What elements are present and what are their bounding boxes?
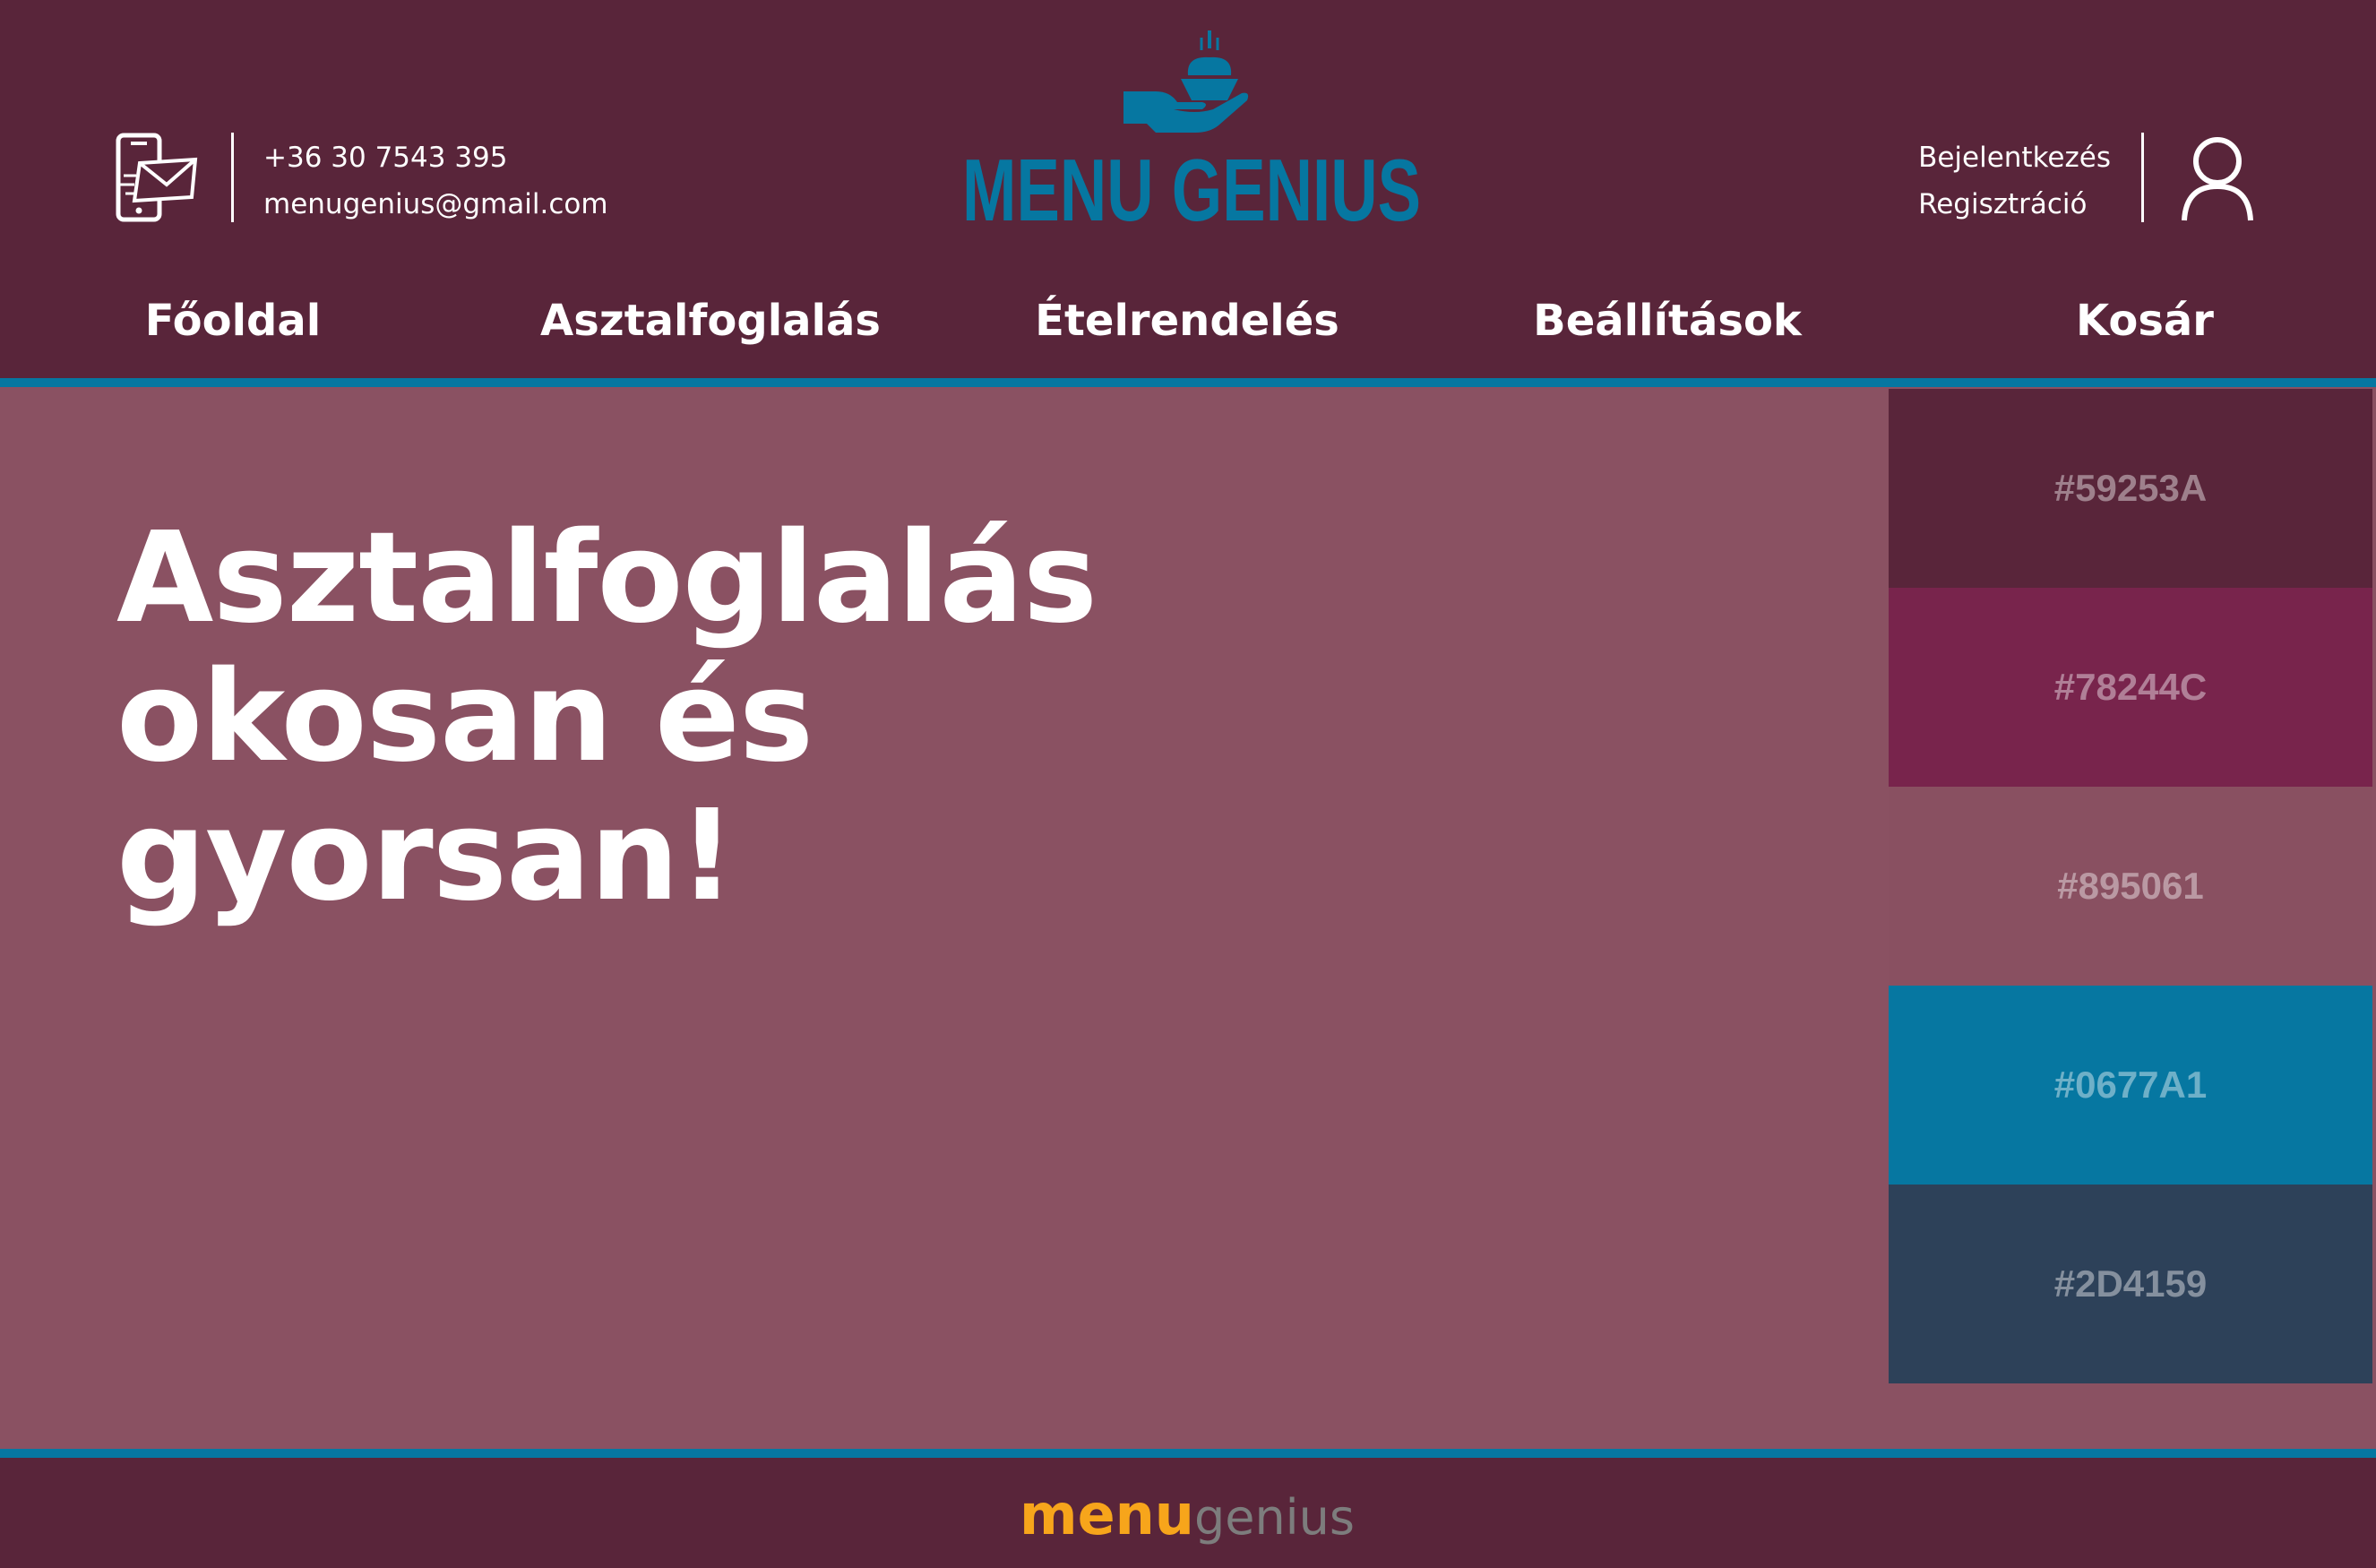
- nav-item-cart[interactable]: Kosár: [2076, 285, 2214, 357]
- swatch-label: #78244C: [2053, 666, 2208, 708]
- hero-line: okosan és: [116, 644, 814, 790]
- contact-info: +36 30 7543 395 menugenius@gmail.com: [263, 134, 608, 228]
- color-swatch: #2D4159: [1889, 1185, 2372, 1383]
- auth-links: Bejelentkezés Regisztráció: [1918, 134, 2111, 228]
- footer-accent-line: [0, 1449, 2376, 1458]
- footer-logo-genius: genius: [1193, 1489, 1356, 1546]
- menu-genius-logo[interactable]: MENU GENIUS: [959, 142, 1425, 231]
- hero-line: Asztalfoglalás: [116, 505, 1098, 651]
- register-link[interactable]: Regisztráció: [1918, 181, 2111, 228]
- swatch-label: #0677A1: [2053, 1064, 2208, 1106]
- nav-item-table-booking[interactable]: Asztalfoglalás: [540, 285, 881, 357]
- serving-hand-logo-icon[interactable]: [1120, 29, 1254, 143]
- hero-heading: Asztalfoglalás okosan és gyorsan!: [116, 505, 1098, 929]
- color-swatch: #0677A1: [1889, 986, 2372, 1185]
- footer-logo-menu: menu: [1020, 1482, 1194, 1547]
- swatch-label: #2D4159: [2053, 1262, 2208, 1305]
- hero-line: gyorsan!: [116, 783, 736, 929]
- login-link[interactable]: Bejelentkezés: [1918, 134, 2111, 181]
- color-palette: #59253A #78244C #895061 #0677A1 #2D4159: [1889, 389, 2372, 1389]
- color-swatch: #895061: [1889, 787, 2372, 986]
- email-address[interactable]: menugenius@gmail.com: [263, 181, 608, 228]
- color-swatch: #59253A: [1889, 389, 2372, 588]
- swatch-label: #59253A: [2053, 467, 2208, 509]
- contact-divider: [231, 133, 234, 222]
- header-accent-line: [0, 378, 2376, 387]
- user-icon[interactable]: [2179, 133, 2256, 224]
- main-nav: Főoldal Asztalfoglalás Ételrendelés Beál…: [0, 285, 2376, 357]
- color-swatch: #78244C: [1889, 588, 2372, 787]
- contact-phone-mail-icon: [116, 133, 198, 222]
- swatch-label: #895061: [2057, 865, 2204, 907]
- auth-divider: [2141, 133, 2144, 222]
- nav-item-settings[interactable]: Beállítások: [1533, 285, 1802, 357]
- svg-text:MENU GENIUS: MENU GENIUS: [962, 142, 1421, 231]
- phone-number[interactable]: +36 30 7543 395: [263, 134, 608, 181]
- footer-logo[interactable]: menugenius: [1020, 1482, 1355, 1547]
- nav-item-food-order[interactable]: Ételrendelés: [1035, 285, 1339, 357]
- nav-item-home[interactable]: Főoldal: [145, 285, 321, 357]
